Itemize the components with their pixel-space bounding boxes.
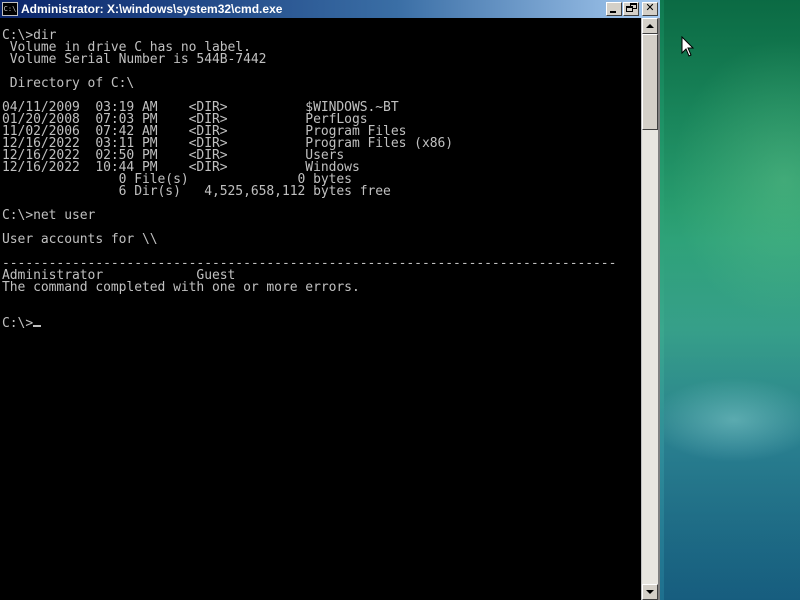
minimize-button[interactable]	[606, 2, 622, 16]
console-lines: C:\>dir Volume in drive C has no label. …	[2, 29, 616, 330]
scroll-down-button[interactable]	[642, 584, 658, 600]
title-bar[interactable]: C:\ Administrator: X:\windows\system32\c…	[0, 0, 660, 18]
desktop-wallpaper	[664, 0, 800, 600]
cmd-window: C:\ Administrator: X:\windows\system32\c…	[0, 0, 660, 600]
desktop: C:\ Administrator: X:\windows\system32\c…	[0, 0, 800, 600]
window-title: Administrator: X:\windows\system32\cmd.e…	[21, 2, 283, 16]
cmd-app-icon[interactable]: C:\	[2, 2, 18, 16]
console-line: C:\>	[2, 317, 616, 330]
console-line: C:\>net user	[2, 208, 96, 223]
minimize-icon	[610, 11, 616, 13]
mouse-pointer-icon	[681, 36, 695, 57]
console-line: The command completed with one or more e…	[2, 280, 360, 295]
title-buttons: ✕	[605, 2, 658, 16]
scroll-thumb[interactable]	[642, 34, 658, 130]
close-icon: ✕	[645, 1, 655, 14]
text-cursor	[33, 325, 42, 327]
restore-button[interactable]	[623, 2, 639, 16]
close-button[interactable]: ✕	[642, 2, 658, 16]
scroll-up-button[interactable]	[642, 18, 658, 34]
console-output[interactable]: C:\>dir Volume in drive C has no label. …	[0, 18, 641, 600]
vertical-scrollbar[interactable]	[641, 18, 658, 600]
arrow-up-icon	[646, 24, 654, 28]
console-line: User accounts for \\	[2, 232, 158, 247]
arrow-down-icon	[646, 590, 654, 594]
console-line: Volume Serial Number is 544B-7442	[2, 52, 267, 67]
restore-icon-front	[626, 6, 633, 12]
console-line: 6 Dir(s) 4,525,658,112 bytes free	[2, 184, 391, 199]
console-line: Directory of C:\	[2, 76, 135, 91]
